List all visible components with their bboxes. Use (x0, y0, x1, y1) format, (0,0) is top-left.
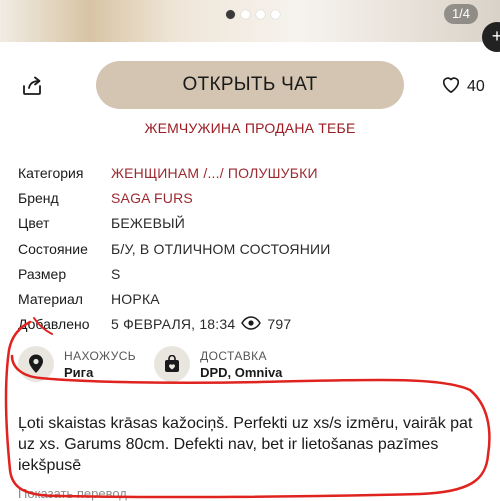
spec-key: Добавлено (18, 316, 90, 333)
spec-value: Б/У, В ОТЛИЧНОМ СОСТОЯНИИ (111, 240, 331, 257)
delivery-info: ДОСТАВКА DPD, Omniva (154, 346, 282, 382)
heart-icon (440, 74, 462, 99)
photo-counter: 1/4 (444, 4, 478, 24)
location-label: НАХОЖУСЬ (64, 348, 137, 363)
spec-row-brand: Бренд SAGA FURS (18, 185, 488, 210)
spec-row-added: Добавлено 5 ФЕВРАЛЯ, 18:34 797 (18, 312, 488, 337)
share-icon[interactable] (20, 74, 44, 98)
delivery-label: ДОСТАВКА (200, 348, 267, 363)
product-photo[interactable]: 1/4 + (0, 0, 500, 52)
spec-row-material: Материал НОРКА (18, 286, 488, 311)
pagination-dot[interactable] (241, 10, 250, 19)
spec-key: Состояние (18, 240, 88, 257)
spec-row-size: Размер S (18, 261, 488, 286)
spec-key: Размер (18, 265, 67, 282)
location-pin-icon (18, 346, 54, 382)
favorite-button[interactable]: 40 (440, 74, 485, 99)
pagination-dot[interactable] (226, 10, 235, 19)
spec-key: Цвет (18, 215, 50, 232)
specs-table: Категория ЖЕНЩИНАМ /.../ ПОЛУШУБКИ Бренд… (18, 160, 488, 337)
favorites-count: 40 (467, 77, 485, 95)
added-date: 5 ФЕВРАЛЯ, 18:34 (111, 316, 236, 333)
location-delivery-block: НАХОЖУСЬ Рига ДОСТАВКА DPD, Omniva (18, 346, 282, 382)
delivery-value: DPD, Omniva (200, 364, 283, 380)
spec-row-color: Цвет БЕЖЕВЫЙ (18, 211, 488, 236)
shopping-bag-icon (154, 346, 191, 382)
brand-link[interactable]: SAGA FURS (111, 190, 193, 206)
category-link[interactable]: ЖЕНЩИНАМ /.../ ПОЛУШУБКИ (111, 165, 318, 181)
show-translation-link[interactable]: Показать перевод (18, 486, 127, 501)
spec-row-category: Категория ЖЕНЩИНАМ /.../ ПОЛУШУБКИ (18, 160, 488, 185)
spec-key: Категория (18, 164, 84, 181)
pagination-dot[interactable] (271, 10, 280, 19)
photo-pagination-dots (226, 10, 280, 19)
sold-banner: ЖЕМЧУЖИНА ПРОДАНА ТЕБЕ (144, 120, 356, 136)
photo-action-button[interactable]: + (482, 22, 500, 52)
spec-row-condition: Состояние Б/У, В ОТЛИЧНОМ СОСТОЯНИИ (18, 236, 488, 261)
spec-value: НОРКА (111, 291, 160, 308)
pagination-dot[interactable] (256, 10, 265, 19)
views-count: 797 (267, 316, 292, 333)
eye-icon (241, 316, 262, 333)
open-chat-button[interactable]: ОТКРЫТЬ ЧАТ (96, 61, 404, 109)
location-value: Рига (64, 364, 94, 380)
item-description: Ļoti skaistas krāsas kažociņš. Perfekti … (18, 415, 473, 474)
spec-key: Бренд (18, 189, 59, 206)
spec-key: Материал (18, 291, 83, 308)
spec-value: S (111, 265, 121, 282)
location-info: НАХОЖУСЬ Рига (18, 346, 136, 382)
views-counter: 797 (241, 316, 291, 333)
spec-value: БЕЖЕВЫЙ (111, 215, 185, 232)
